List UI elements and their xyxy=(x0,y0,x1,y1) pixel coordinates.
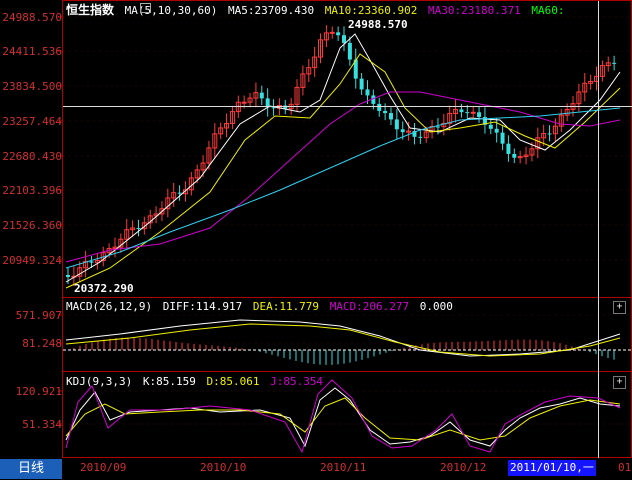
candle-body xyxy=(89,261,94,263)
candle-body xyxy=(359,78,364,90)
y-label-5: 22103.396 xyxy=(2,184,62,197)
candle-body xyxy=(547,133,552,135)
kdj-k: K:85.159 xyxy=(142,375,196,388)
index-title: 恒生指数 xyxy=(66,3,115,17)
y-label-7: 20949.324 xyxy=(2,254,62,267)
candle-body xyxy=(488,124,493,129)
x-label-oct: 2010/10 xyxy=(200,461,247,474)
candle-body xyxy=(465,112,470,114)
ma10-line xyxy=(65,53,621,289)
candle-body xyxy=(377,103,382,111)
candle-body xyxy=(418,136,423,138)
candle-body xyxy=(400,129,405,133)
macd-value: MACD:206.277 xyxy=(329,300,410,313)
ma5-line xyxy=(65,33,621,283)
candle-body xyxy=(494,128,499,133)
period-tab-daily[interactable]: 日线 xyxy=(0,459,62,479)
ma30-line xyxy=(65,91,621,263)
y-label-4: 22680.430 xyxy=(2,150,62,163)
ma10-value: MA10:23360.902 xyxy=(324,4,418,17)
x-label-sep: 2010/09 xyxy=(80,461,127,474)
candle-body xyxy=(394,119,399,130)
y-label-6: 21526.360 xyxy=(2,219,62,232)
kdj-params: KDJ(9,3,3) xyxy=(66,375,133,388)
candle-body xyxy=(241,101,247,104)
macd-params: MACD(26,12,9) xyxy=(66,300,153,313)
high-price-label: 24988.570 xyxy=(348,18,408,31)
macd-dea-line xyxy=(65,323,621,357)
candle-body xyxy=(329,31,335,34)
ma30-value: MA30:23180.371 xyxy=(428,4,521,17)
candle-body xyxy=(136,228,141,230)
y-label-0: 24988.570 xyxy=(2,11,62,24)
candle-body xyxy=(512,153,517,158)
macd-y-label-0: 571.907 xyxy=(15,309,62,322)
candle-body xyxy=(259,92,264,99)
macd-diff-line xyxy=(65,319,621,357)
kdj-expand-button[interactable]: + xyxy=(613,376,626,389)
candle-body xyxy=(336,32,341,36)
candle-body xyxy=(459,109,464,113)
low-price-label: 20372.290 xyxy=(74,282,134,295)
plot-frame xyxy=(62,0,632,458)
ma-chart-icon[interactable] xyxy=(140,3,151,13)
macd-zero: 0.000 xyxy=(419,300,453,313)
candle-body xyxy=(470,111,476,114)
ma60-value: MA60: xyxy=(531,4,565,17)
ma5-value: MA5:23709.430 xyxy=(227,4,315,17)
x-label-nov: 2010/11 xyxy=(320,461,367,474)
macd-expand-button[interactable]: + xyxy=(613,301,626,314)
ma-params: MA(5,10,30,60) xyxy=(124,4,218,17)
candle-body xyxy=(500,132,505,144)
candle-body xyxy=(435,126,440,128)
y-label-2: 23834.500 xyxy=(2,80,62,93)
macd-header: MACD(26,12,9) DIFF:114.917 DEA:11.779 MA… xyxy=(66,300,457,313)
candle-body xyxy=(66,275,70,277)
stock-chart-window: 恒生指数 MA(5,10,30,60) MA5:23709.430 MA10:2… xyxy=(0,0,632,480)
candle-body xyxy=(365,89,370,96)
kdj-y-label-0: 120.921 xyxy=(15,385,62,398)
candle-body xyxy=(177,192,182,194)
macd-dea: DEA:11.779 xyxy=(252,300,320,313)
y-label-3: 23257.464 xyxy=(2,115,62,128)
macd-diff: DIFF:114.917 xyxy=(162,300,243,313)
x-label-trailing: 01 xyxy=(618,461,632,474)
candle-body xyxy=(477,112,482,118)
candle-body xyxy=(506,143,511,154)
macd-y-label-1: 81.248 xyxy=(22,337,62,350)
x-label-dec: 2010/12 xyxy=(440,461,487,474)
kdj-k-line xyxy=(65,387,621,448)
candle-body xyxy=(347,42,352,60)
kdj-j: J:85.354 xyxy=(270,375,324,388)
kdj-j-line xyxy=(65,379,621,454)
candle-body xyxy=(612,62,617,64)
cursor-date-label: 2011/01/10,一 xyxy=(508,460,596,476)
kdj-d-line xyxy=(65,397,621,441)
candle-body xyxy=(342,35,346,43)
kdj-d: D:85.061 xyxy=(206,375,260,388)
candle-body xyxy=(383,110,388,114)
y-label-1: 24411.536 xyxy=(2,45,62,58)
candle-body xyxy=(388,113,393,120)
ma60-line xyxy=(65,107,621,269)
chart-canvas[interactable] xyxy=(0,0,632,480)
kdj-y-label-1: 51.334 xyxy=(22,418,62,431)
kdj-header: KDJ(9,3,3) K:85.159 D:85.061 J:85.354 xyxy=(66,375,327,388)
